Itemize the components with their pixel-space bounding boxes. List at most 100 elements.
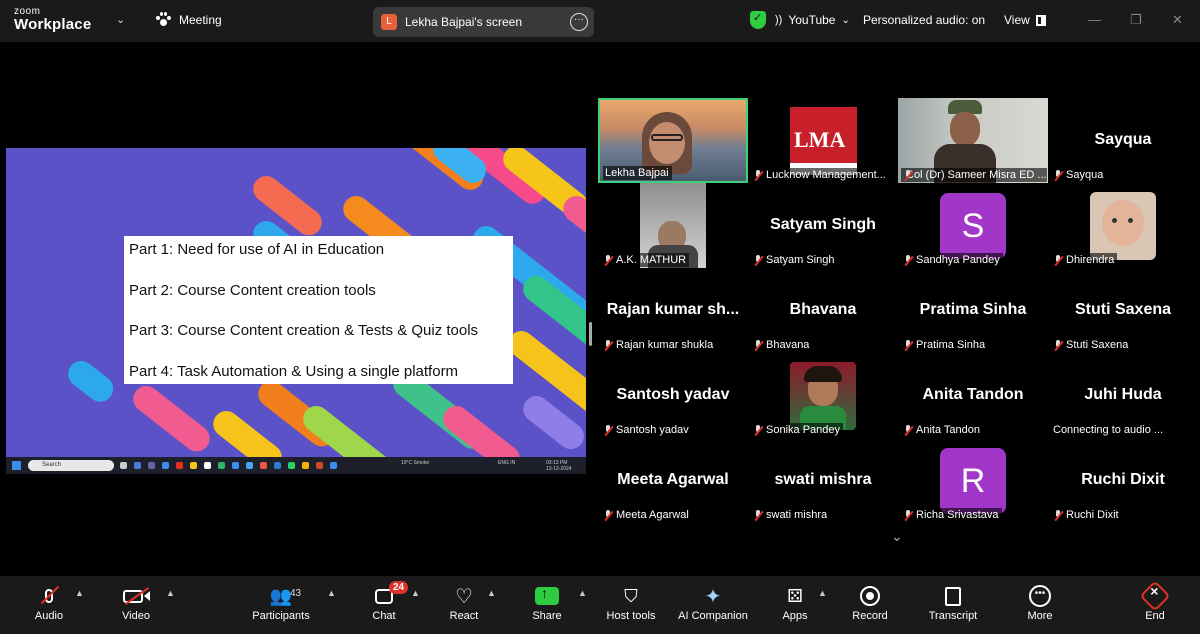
muted-mic-icon bbox=[1053, 254, 1063, 266]
participant-name: Sandhya Pandey bbox=[901, 253, 1003, 267]
participant-tile[interactable]: A.K. MATHUR bbox=[598, 183, 748, 268]
shield-icon: ⛉ bbox=[624, 585, 638, 606]
muted-mic-icon bbox=[603, 424, 613, 436]
share-button[interactable]: Share bbox=[512, 582, 582, 622]
more-button[interactable]: ••• More bbox=[1005, 582, 1075, 622]
end-meeting-button[interactable]: × End bbox=[1120, 580, 1190, 622]
participants-icon: 👥 43 bbox=[269, 585, 302, 606]
participant-tile[interactable]: Pratima Sinha Pratima Sinha bbox=[898, 268, 1048, 353]
caret-up-icon[interactable]: ▲ bbox=[411, 588, 420, 598]
caret-up-icon[interactable]: ▲ bbox=[487, 588, 496, 598]
participant-tile[interactable]: Rajan kumar sh... Rajan kumar shukla bbox=[598, 268, 748, 353]
participant-tile[interactable]: Bhavana Bhavana bbox=[748, 268, 898, 353]
presenter-avatar: L bbox=[381, 14, 397, 30]
participant-label: A.K. MATHUR bbox=[616, 254, 687, 266]
video-off-icon bbox=[101, 582, 171, 610]
security-shield-icon[interactable] bbox=[750, 11, 766, 29]
caret-up-icon[interactable]: ▲ bbox=[166, 588, 175, 598]
caret-up-icon[interactable]: ▲ bbox=[75, 588, 84, 598]
view-button[interactable]: View bbox=[1004, 13, 1046, 27]
taskbar-app-icon bbox=[302, 462, 309, 469]
personalized-audio-label[interactable]: Personalized audio: on bbox=[863, 13, 985, 27]
agenda-item: Part 4: Task Automation & Using a single… bbox=[129, 362, 459, 380]
participant-tile[interactable]: Sayqua Sayqua bbox=[1048, 98, 1198, 183]
transcript-button[interactable]: Transcript bbox=[918, 582, 988, 622]
participant-label: Col (Dr) Sameer Misra ED ... bbox=[906, 169, 1047, 181]
taskbar-app-icon bbox=[288, 462, 295, 469]
participant-tile[interactable]: Sonika Pandey bbox=[748, 353, 898, 438]
muted-mic-icon bbox=[903, 254, 913, 266]
chevron-down-icon[interactable]: ⌄ bbox=[116, 13, 125, 26]
participant-tile[interactable]: Dhirendra bbox=[1048, 183, 1198, 268]
minimize-icon[interactable]: — bbox=[1088, 12, 1101, 27]
participant-tile[interactable]: LMA Lucknow Management... bbox=[748, 98, 898, 183]
muted-mic-icon bbox=[753, 509, 763, 521]
chat-button[interactable]: 24 Chat bbox=[349, 581, 419, 622]
close-icon[interactable]: ✕ bbox=[1172, 12, 1183, 28]
participant-tile[interactable]: Juhi Huda Connecting to audio ... bbox=[1048, 353, 1198, 438]
participant-display-name: Stuti Saxena bbox=[1074, 301, 1172, 318]
view-label: View bbox=[1004, 13, 1030, 27]
participant-tile[interactable]: S Sandhya Pandey bbox=[898, 183, 1048, 268]
taskbar-app-icon bbox=[330, 462, 337, 469]
participant-tile[interactable]: Lekha Bajpai bbox=[598, 98, 748, 183]
taskbar-app-icon bbox=[176, 462, 183, 469]
participant-name: Lucknow Management... bbox=[751, 168, 889, 182]
agenda-item: Part 2: Course Content creation tools bbox=[129, 281, 376, 299]
participant-tile[interactable]: Ruchi Dixit Ruchi Dixit bbox=[1048, 438, 1198, 523]
agenda-item: Part 3: Course Content creation & Tests … bbox=[129, 322, 479, 339]
transcript-icon bbox=[918, 582, 988, 610]
audio-button[interactable]: Audio bbox=[14, 582, 84, 622]
participant-tile[interactable]: Col (Dr) Sameer Misra ED ... bbox=[898, 98, 1048, 183]
transcript-label: Transcript bbox=[928, 610, 978, 622]
gallery-next-page-chevron-icon[interactable]: ⌄ bbox=[891, 528, 903, 545]
participants-count: 43 bbox=[290, 588, 302, 599]
taskbar-app-icon bbox=[204, 462, 211, 469]
participant-tile[interactable]: Anita Tandon Anita Tandon bbox=[898, 353, 1048, 438]
participant-label: Lucknow Management... bbox=[766, 169, 886, 181]
caret-up-icon[interactable]: ▲ bbox=[818, 588, 827, 598]
participant-name: Stuti Saxena bbox=[1051, 338, 1132, 352]
taskbar-app-icon bbox=[260, 462, 267, 469]
more-label: More bbox=[1027, 610, 1053, 622]
view-layout-icon bbox=[1035, 14, 1046, 26]
shared-screen: Part 1: Need for use of AI in Education … bbox=[6, 148, 586, 474]
logo-text: LMA bbox=[794, 127, 846, 152]
participant-label: Dhirendra bbox=[1066, 254, 1115, 266]
participant-tile[interactable]: swati mishra swati mishra bbox=[748, 438, 898, 523]
split-resize-handle[interactable] bbox=[589, 322, 592, 346]
muted-mic-icon bbox=[753, 339, 763, 351]
participant-tile[interactable]: R Richa Srivastava bbox=[898, 438, 1048, 523]
livestream-button[interactable]: )) YouTube ⌄ bbox=[775, 13, 850, 27]
participant-tile[interactable]: Satyam Singh Satyam Singh bbox=[748, 183, 898, 268]
react-label: React bbox=[449, 610, 479, 622]
caret-up-icon[interactable]: ▲ bbox=[327, 588, 336, 598]
participant-display-name: Ruchi Dixit bbox=[1081, 471, 1165, 488]
participant-display-name: Anita Tandon bbox=[922, 386, 1024, 403]
muted-mic-icon bbox=[603, 509, 613, 521]
more-options-icon[interactable]: ··· bbox=[570, 13, 588, 31]
muted-microphone-icon bbox=[14, 582, 84, 610]
host-tools-button[interactable]: ⛉ Host tools bbox=[596, 582, 666, 623]
meeting-info-button[interactable]: Meeting bbox=[155, 12, 222, 28]
video-button[interactable]: Video bbox=[101, 582, 171, 622]
taskbar-app-icon bbox=[134, 462, 141, 469]
participant-name: Ruchi Dixit bbox=[1051, 508, 1122, 522]
profile-photo bbox=[790, 362, 856, 430]
record-button[interactable]: Record bbox=[835, 582, 905, 622]
zoom-logo[interactable]: zoom Workplace bbox=[14, 7, 91, 33]
participant-label: Santosh yadav bbox=[616, 424, 689, 436]
participant-tile[interactable]: Meeta Agarwal Meeta Agarwal bbox=[598, 438, 748, 523]
muted-mic-icon bbox=[603, 339, 613, 351]
end-label: End bbox=[1145, 610, 1165, 622]
ai-companion-button[interactable]: ✦ AI Companion bbox=[673, 582, 753, 623]
participants-button[interactable]: 👥 43 Participants bbox=[246, 582, 316, 623]
screen-share-indicator[interactable]: L Lekha Bajpai's screen ··· bbox=[373, 7, 594, 37]
restore-window-icon[interactable]: ❐ bbox=[1130, 12, 1142, 28]
participant-tile[interactable]: Stuti Saxena Stuti Saxena bbox=[1048, 268, 1198, 353]
participant-name: Lekha Bajpai bbox=[603, 166, 672, 180]
participant-tile[interactable]: Santosh yadav Santosh yadav bbox=[598, 353, 748, 438]
avatar: S bbox=[940, 193, 1006, 259]
participant-name: Pratima Sinha bbox=[901, 338, 989, 352]
caret-up-icon[interactable]: ▲ bbox=[578, 588, 587, 598]
